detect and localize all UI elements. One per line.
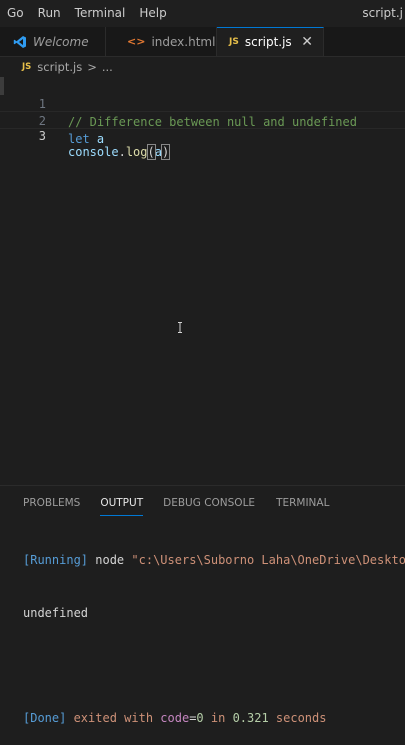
code-paren-open: (	[146, 144, 156, 160]
breadcrumb-separator: >	[87, 60, 97, 74]
code-line-2[interactable]: 2 let a	[0, 94, 405, 146]
output-result: undefined	[23, 605, 89, 620]
output-seconds-text: seconds	[268, 710, 327, 725]
code-line-1[interactable]: 1 // Difference between null and undefin…	[0, 77, 405, 129]
tab-script-js[interactable]: JS script.js ✕	[217, 27, 324, 56]
output-panel[interactable]: [Running] node "c:\Users\Suborno Laha\On…	[23, 517, 405, 745]
window-title: script.j	[362, 6, 403, 20]
code-editor[interactable]: 1 // Difference between null and undefin…	[0, 77, 405, 485]
close-icon[interactable]: ✕	[301, 34, 313, 50]
vscode-logo-icon	[13, 35, 27, 49]
menu-bar: Go Run Terminal Help script.j	[0, 0, 405, 27]
menu-run[interactable]: Run	[31, 0, 68, 27]
tab-label-script-js: script.js	[244, 35, 292, 49]
tab-problems[interactable]: PROBLEMS	[23, 490, 80, 516]
line-number: 3	[38, 129, 46, 143]
code-object: console	[68, 145, 119, 159]
output-exit-code: 0	[196, 710, 204, 725]
code-argument: a	[154, 145, 162, 159]
output-code-keyword: code	[160, 710, 190, 725]
output-done-tag: [Done]	[23, 710, 67, 725]
tab-terminal[interactable]: TERMINAL	[276, 490, 329, 516]
breadcrumb-symbol[interactable]: ...	[102, 60, 113, 74]
tab-index-html[interactable]: <> index.html	[106, 27, 217, 56]
output-command: node	[88, 553, 132, 567]
panel-tab-bar: PROBLEMS OUTPUT DEBUG CONSOLE TERMINAL	[0, 490, 405, 516]
html-file-icon: <>	[127, 35, 146, 48]
tab-welcome[interactable]: Welcome	[0, 27, 106, 56]
tab-label-welcome: Welcome	[33, 34, 89, 49]
breadcrumb: JS script.js > ...	[0, 57, 405, 77]
code-line-3[interactable]: 3 console.log(a)	[0, 111, 405, 160]
output-blank-line	[23, 657, 405, 675]
output-running-line: [Running] node "c:\Users\Suborno Laha\On…	[23, 552, 405, 570]
code-paren-close: )	[160, 144, 171, 160]
breadcrumb-file[interactable]: script.js	[37, 60, 82, 74]
editor-tab-bar: Welcome <> index.html JS script.js ✕	[0, 27, 405, 57]
output-exited-text: exited with	[66, 710, 161, 725]
tab-output[interactable]: OUTPUT	[100, 490, 144, 516]
output-in-text: in	[203, 710, 233, 725]
code-dot: .	[118, 145, 126, 159]
output-running-tag: [Running]	[23, 553, 89, 567]
menu-terminal[interactable]: Terminal	[68, 0, 133, 27]
output-duration: 0.321	[232, 710, 269, 725]
menu-help[interactable]: Help	[132, 0, 173, 27]
tab-debug-console[interactable]: DEBUG CONSOLE	[163, 490, 255, 516]
js-file-icon: JS	[229, 37, 239, 47]
panel-divider	[0, 485, 405, 486]
output-path: "c:\Users\Suborno Laha\OneDrive\Deskto	[131, 553, 405, 567]
code-function: log	[125, 145, 148, 159]
output-done-line: [Done] exited with code=0 in 0.321 secon…	[23, 710, 405, 728]
mouse-ibeam-cursor-icon	[178, 322, 182, 333]
menu-go[interactable]: Go	[0, 0, 31, 27]
js-file-icon: JS	[22, 62, 32, 72]
tab-label-index-html: index.html	[151, 34, 216, 49]
